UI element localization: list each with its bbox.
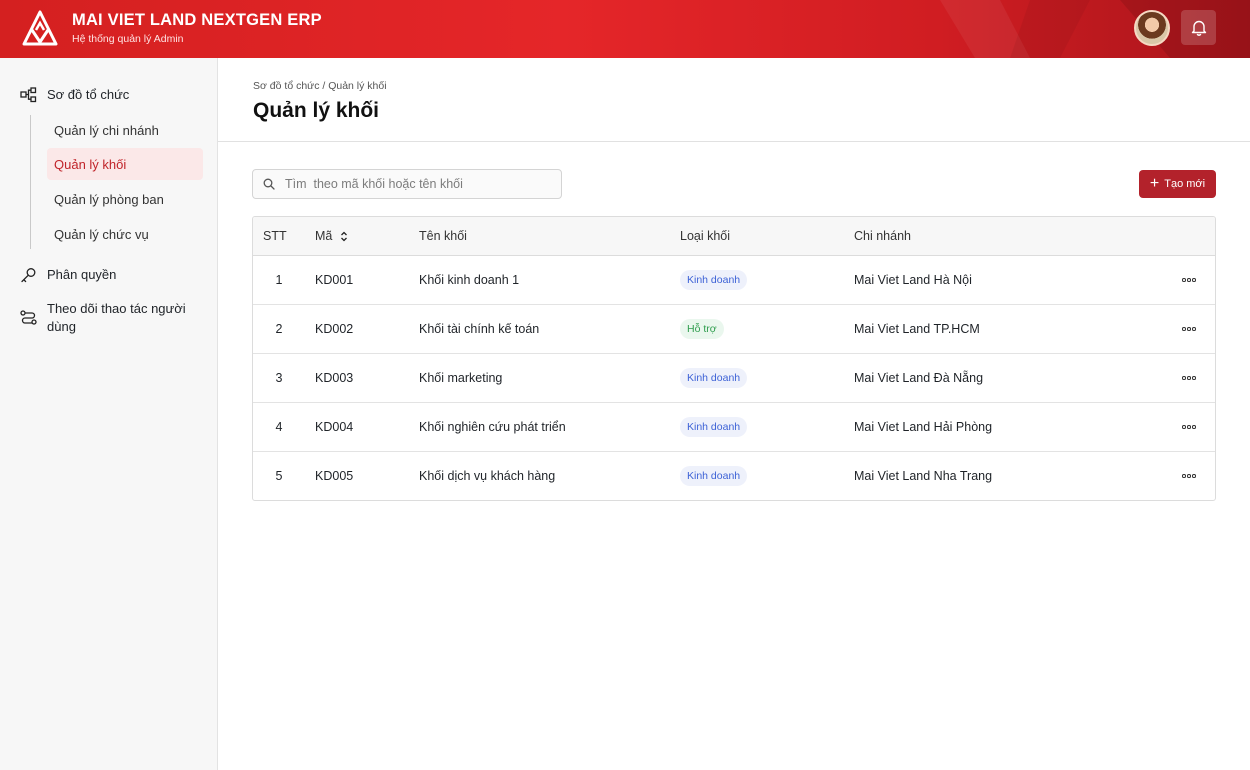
more-actions-button[interactable] bbox=[1179, 354, 1199, 402]
create-button[interactable]: + Tạo mới bbox=[1139, 170, 1216, 198]
sidebar-item-branch[interactable]: Quản lý chi nhánh bbox=[47, 114, 203, 146]
cell-stt: 5 bbox=[275, 469, 283, 483]
page-title: Quản lý khối bbox=[253, 99, 380, 122]
search-input[interactable] bbox=[285, 177, 535, 191]
sidebar-group-label: Phân quyền bbox=[47, 267, 117, 282]
type-badge: Hỗ trợ bbox=[680, 319, 724, 339]
cell-code: KD002 bbox=[315, 322, 354, 336]
cell-name: Khối tài chính kế toán bbox=[419, 322, 540, 336]
table-row[interactable]: 1 KD001 Khối kinh doanh 1 Kinh doanh Mai… bbox=[253, 256, 1215, 305]
more-actions-button[interactable] bbox=[1179, 452, 1199, 500]
more-actions-button[interactable] bbox=[1179, 305, 1199, 353]
more-icon bbox=[1182, 425, 1196, 429]
column-header-code[interactable]: Mã bbox=[315, 217, 348, 255]
column-header-name: Tên khối bbox=[419, 229, 467, 243]
type-badge: Kinh doanh bbox=[680, 466, 748, 486]
brand-subtitle: Hệ thống quản lý Admin bbox=[72, 33, 184, 45]
more-icon bbox=[1182, 327, 1196, 331]
type-badge: Kinh doanh bbox=[680, 270, 748, 290]
column-header-stt: STT bbox=[263, 229, 287, 243]
table-row[interactable]: 5 KD005 Khối dịch vụ khách hàng Kinh doa… bbox=[253, 452, 1215, 500]
cell-stt: 3 bbox=[275, 371, 283, 385]
more-actions-button[interactable] bbox=[1179, 403, 1199, 451]
bell-icon bbox=[1191, 20, 1206, 36]
table-header: STT Mã Tên khối Loại khối Chi nhánh bbox=[253, 217, 1215, 256]
cell-name: Khối dịch vụ khách hàng bbox=[419, 469, 556, 483]
cell-branch: Mai Viet Land Hải Phòng bbox=[854, 420, 993, 434]
more-icon bbox=[1182, 278, 1196, 282]
cell-name: Khối kinh doanh 1 bbox=[419, 273, 520, 287]
cell-code: KD003 bbox=[315, 371, 354, 385]
search-box[interactable] bbox=[252, 169, 562, 199]
block-table: STT Mã Tên khối Loại khối Chi nhánh 1 KD… bbox=[252, 216, 1216, 501]
column-header-branch: Chi nhánh bbox=[854, 229, 911, 243]
cell-branch: Mai Viet Land Nha Trang bbox=[854, 469, 993, 483]
table-row[interactable]: 2 KD002 Khối tài chính kế toán Hỗ trợ Ma… bbox=[253, 305, 1215, 354]
cell-stt: 4 bbox=[275, 420, 283, 434]
app-header: MAI VIET LAND NEXTGEN ERP Hệ thống quản … bbox=[0, 0, 1250, 58]
submenu-divider bbox=[30, 115, 31, 249]
more-icon bbox=[1182, 376, 1196, 380]
cell-name: Khối nghiên cứu phát triển bbox=[419, 420, 566, 434]
breadcrumb: Sơ đồ tổ chức / Quản lý khối bbox=[253, 80, 387, 92]
brand-title: MAI VIET LAND NEXTGEN ERP bbox=[72, 11, 322, 29]
create-button-label: Tạo mới bbox=[1164, 178, 1206, 190]
sidebar-group-org-chart[interactable]: Sơ đồ tổ chức bbox=[20, 87, 129, 104]
cell-name: Khối marketing bbox=[419, 371, 503, 385]
cell-code: KD004 bbox=[315, 420, 354, 434]
table-row[interactable]: 3 KD003 Khối marketing Kinh doanh Mai Vi… bbox=[253, 354, 1215, 403]
sidebar-group-label: Theo dõi thao tác người dùng bbox=[47, 301, 186, 334]
type-badge: Kinh doanh bbox=[680, 368, 748, 388]
sidebar-group-activity-log[interactable]: Theo dõi thao tác người dùng bbox=[20, 300, 200, 336]
cell-branch: Mai Viet Land TP.HCM bbox=[854, 322, 980, 336]
column-header-type: Loại khối bbox=[680, 229, 731, 243]
cell-branch: Mai Viet Land Đà Nẵng bbox=[854, 371, 984, 385]
sidebar-group-label: Sơ đồ tổ chức bbox=[47, 87, 130, 102]
sort-icon[interactable] bbox=[340, 231, 348, 242]
column-header-code-label: Mã bbox=[315, 229, 333, 243]
notification-button[interactable] bbox=[1181, 10, 1216, 45]
plus-icon: + bbox=[1149, 175, 1160, 192]
more-actions-button[interactable] bbox=[1179, 256, 1199, 304]
org-chart-icon bbox=[20, 87, 37, 103]
cell-code: KD001 bbox=[315, 273, 354, 287]
key-icon bbox=[21, 268, 36, 283]
search-icon bbox=[263, 178, 275, 190]
type-badge: Kinh doanh bbox=[680, 417, 748, 437]
table-row[interactable]: 4 KD004 Khối nghiên cứu phát triển Kinh … bbox=[253, 403, 1215, 452]
sidebar-item-position[interactable]: Quản lý chức vụ bbox=[47, 218, 203, 250]
route-icon bbox=[20, 310, 37, 325]
brand-logo-icon bbox=[22, 10, 58, 46]
sidebar-item-department[interactable]: Quản lý phòng ban bbox=[47, 183, 203, 215]
cell-stt: 2 bbox=[275, 322, 283, 336]
sidebar-group-permissions[interactable]: Phân quyền bbox=[20, 267, 116, 284]
cell-code: KD005 bbox=[315, 469, 354, 483]
user-avatar[interactable] bbox=[1134, 10, 1170, 46]
cell-stt: 1 bbox=[275, 273, 283, 287]
sidebar: Sơ đồ tổ chức Quản lý chi nhánh Quản lý … bbox=[0, 58, 218, 770]
header-divider bbox=[218, 141, 1250, 142]
more-icon bbox=[1182, 474, 1196, 478]
sidebar-item-block[interactable]: Quản lý khối bbox=[47, 148, 203, 180]
cell-branch: Mai Viet Land Hà Nội bbox=[854, 273, 972, 287]
